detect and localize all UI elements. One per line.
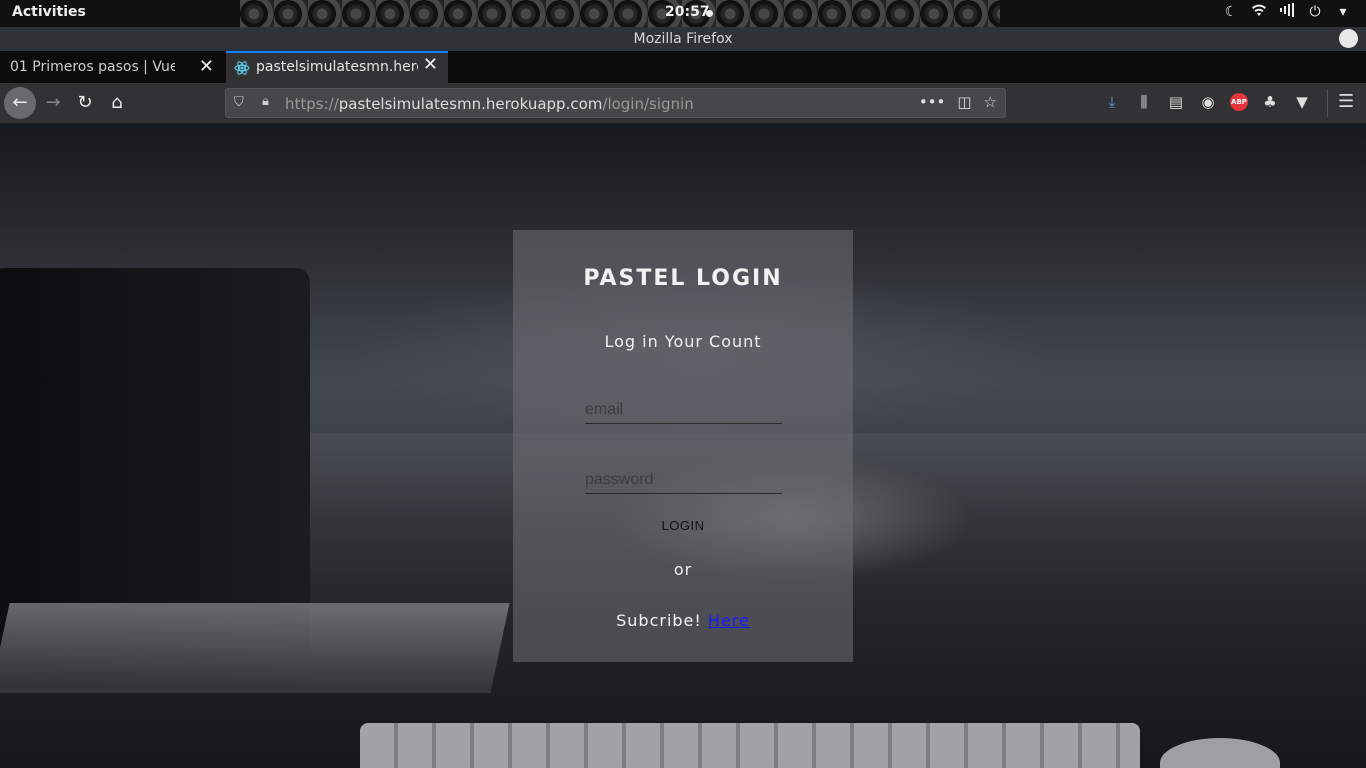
- url-text[interactable]: https://pastelsimulatesmn.herokuapp.com/…: [285, 95, 694, 113]
- navigation-toolbar: ← → ↻ ⌂ ⛉ 🔒︎ https://pastelsimulatesmn.h…: [0, 83, 1366, 123]
- tab-strip: 01 Primeros pasos | Vue.js, N ✕ pastelsi…: [0, 51, 1366, 131]
- or-separator: or: [673, 560, 693, 579]
- gnome-top-bar: Activities 20:57 ☾ ⏻ ▾: [0, 0, 1366, 27]
- sidebar-icon[interactable]: ▤: [1166, 93, 1186, 111]
- notification-dot-icon: [706, 10, 713, 17]
- forward-button[interactable]: →: [38, 88, 68, 118]
- tab-label: pastelsimulatesmn.herok: [256, 59, 418, 75]
- library-icon[interactable]: ⫼: [1134, 93, 1154, 111]
- window-close-button[interactable]: [1339, 29, 1358, 48]
- tab-close-button[interactable]: ✕: [423, 53, 438, 79]
- subscribe-text: Subcribe!: [616, 611, 702, 630]
- bookmark-star-icon[interactable]: ☆: [984, 93, 997, 111]
- lock-icon[interactable]: 🔒︎: [262, 94, 269, 109]
- tab-vuejs[interactable]: 01 Primeros pasos | Vue.js, N ✕: [0, 51, 224, 83]
- tab-label: 01 Primeros pasos | Vue.js, N: [10, 59, 175, 75]
- password-field[interactable]: [585, 466, 782, 494]
- login-button[interactable]: LOGIN: [633, 515, 733, 535]
- activities-button[interactable]: Activities: [12, 4, 86, 20]
- background-keyboard: [360, 723, 1140, 768]
- power-icon: ⏻: [1309, 4, 1321, 20]
- adblock-plus-icon[interactable]: ABP: [1230, 93, 1248, 111]
- tab-close-button[interactable]: ✕: [199, 51, 214, 83]
- vpn-extension-icon[interactable]: ▼: [1292, 93, 1312, 111]
- background-mouse: [1160, 738, 1280, 768]
- home-button[interactable]: ⌂: [102, 88, 132, 118]
- page-actions-icon[interactable]: •••: [919, 93, 946, 111]
- login-card: PASTEL LOGIN Log in Your Count LOGIN or …: [513, 230, 853, 662]
- chevron-down-icon: ▾: [1339, 4, 1347, 20]
- email-field[interactable]: [585, 396, 782, 424]
- window-titlebar: Mozilla Firefox: [0, 27, 1366, 51]
- tab-pastel-active[interactable]: pastelsimulatesmn.herok ✕: [226, 51, 448, 83]
- toolbar-separator: [1327, 89, 1328, 117]
- account-icon[interactable]: ◉: [1198, 93, 1218, 111]
- clock[interactable]: 20:57: [665, 4, 710, 20]
- url-bar[interactable]: ⛉ 🔒︎ https://pastelsimulatesmn.herokuapp…: [225, 88, 1006, 118]
- subscribe-line: Subcribe! Here: [513, 611, 853, 630]
- toolbar-icons: ⤓ ⫼ ▤ ◉ ABP ♣ ▼: [1102, 93, 1312, 111]
- system-tray[interactable]: ☾ ⏻ ▾: [1222, 3, 1352, 21]
- react-icon: [234, 61, 250, 75]
- login-title: PASTEL LOGIN: [583, 266, 783, 291]
- volume-icon: [1278, 3, 1296, 21]
- pocket-icon[interactable]: ◫: [957, 93, 971, 111]
- login-subtitle: Log in Your Count: [604, 332, 762, 351]
- url-actions: ••• ◫ ☆: [919, 93, 997, 111]
- tracking-shield-icon[interactable]: ⛉: [234, 95, 244, 110]
- subscribe-link[interactable]: Here: [708, 611, 750, 630]
- page-viewport: PASTEL LOGIN Log in Your Count LOGIN or …: [0, 123, 1366, 768]
- gnome-extension-icon[interactable]: ♣: [1260, 93, 1280, 111]
- back-button[interactable]: ←: [4, 87, 36, 119]
- background-laptop-base: [0, 603, 510, 693]
- hamburger-menu-icon[interactable]: ☰: [1338, 91, 1354, 112]
- night-light-icon: ☾: [1224, 4, 1238, 20]
- download-icon[interactable]: ⤓: [1102, 93, 1122, 111]
- wifi-icon: [1250, 3, 1268, 21]
- reload-button[interactable]: ↻: [70, 88, 100, 118]
- window-title: Mozilla Firefox: [633, 31, 733, 47]
